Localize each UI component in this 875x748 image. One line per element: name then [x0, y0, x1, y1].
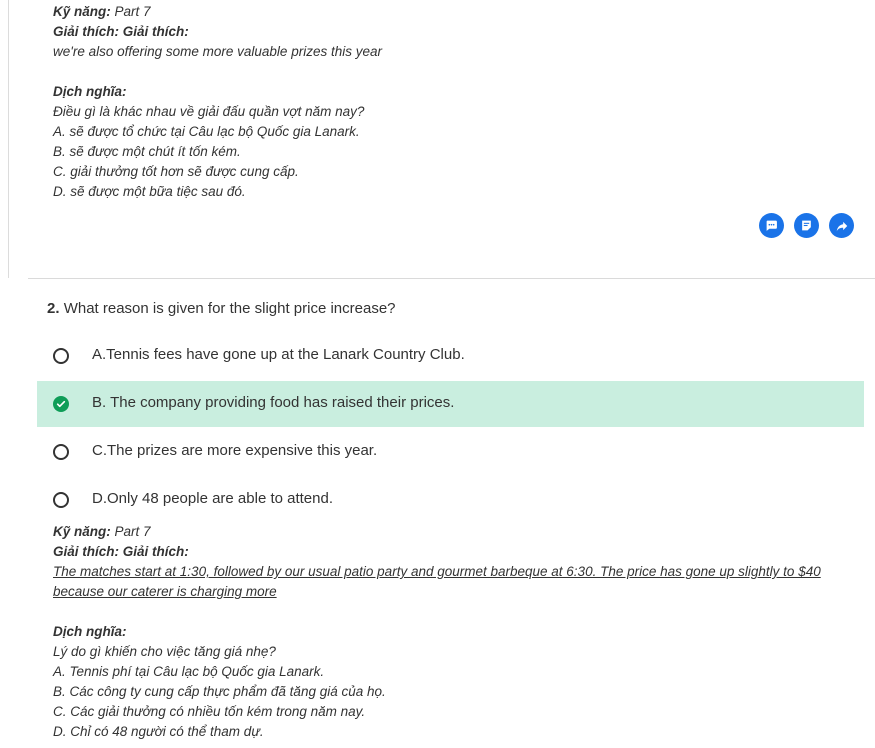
share-icon: [836, 221, 847, 231]
comment-icon: [766, 220, 777, 231]
current-explanation-block: Kỹ năng: Part 7 Giải thích: Giải thích: …: [53, 522, 853, 742]
translation-line: B. Các công ty cung cấp thực phẩm đã tăn…: [53, 684, 386, 699]
translation-line: Điều gì là khác nhau về giải đấu quần vợ…: [53, 104, 365, 119]
question-prompt: What reason is given for the slight pric…: [63, 300, 396, 317]
option-label: C.The prizes are more expensive this yea…: [92, 442, 378, 459]
explanation-label: Giải thích: Giải thích:: [53, 544, 189, 559]
translation-row: Dịch nghĩa:: [53, 82, 382, 102]
translation-line: C. giải thưởng tốt hơn sẽ được cung cấp.: [53, 164, 299, 179]
translation-line: Lý do gì khiến cho việc tăng giá nhẹ?: [53, 644, 276, 659]
translation-row: Dịch nghĩa:: [53, 622, 853, 642]
translation-line: D. sẽ được một bữa tiệc sau đó.: [53, 184, 246, 199]
previous-explanation-block: Kỹ năng: Part 7 Giải thích: Giải thích: …: [53, 2, 382, 202]
skill-row: Kỹ năng: Part 7: [53, 522, 853, 542]
question-text: 2. What reason is given for the slight p…: [47, 300, 396, 317]
action-buttons: [759, 213, 854, 238]
comment-button[interactable]: [759, 213, 784, 238]
skill-label: Kỹ năng:: [53, 4, 111, 19]
note-icon: [802, 220, 811, 231]
translation-line: C. Các giải thưởng có nhiều tốn kém tron…: [53, 704, 366, 719]
option-label: D.Only 48 people are able to attend.: [92, 490, 333, 507]
explanation-text: The matches start at 1:30, followed by o…: [53, 564, 821, 599]
explanation-text: we're also offering some more valuable p…: [53, 44, 382, 59]
question-number: 2.: [47, 300, 60, 317]
explanation-row: Giải thích: Giải thích:: [53, 542, 853, 562]
translation-line: A. sẽ được tổ chức tại Câu lạc bộ Quốc g…: [53, 124, 360, 139]
radio-button[interactable]: [53, 348, 69, 364]
note-button[interactable]: [794, 213, 819, 238]
option-label: A.Tennis fees have gone up at the Lanark…: [92, 346, 465, 363]
answer-option-b[interactable]: B. The company providing food has raised…: [37, 381, 864, 427]
share-button[interactable]: [829, 213, 854, 238]
correct-check-icon[interactable]: [53, 396, 69, 412]
section-divider: [28, 278, 875, 279]
option-label: B. The company providing food has raised…: [92, 394, 455, 411]
skill-label: Kỹ năng:: [53, 524, 111, 539]
explanation-label: Giải thích: Giải thích:: [53, 24, 189, 39]
answer-option-d[interactable]: D.Only 48 people are able to attend.: [37, 477, 864, 523]
translation-line: A. Tennis phí tại Câu lạc bộ Quốc gia La…: [53, 664, 325, 679]
answer-option-a[interactable]: A.Tennis fees have gone up at the Lanark…: [37, 333, 864, 379]
radio-button[interactable]: [53, 492, 69, 508]
translation-label: Dịch nghĩa:: [53, 84, 127, 99]
translation-label: Dịch nghĩa:: [53, 624, 127, 639]
skill-value: Part 7: [114, 4, 151, 19]
skill-value: Part 7: [114, 524, 151, 539]
skill-row: Kỹ năng: Part 7: [53, 2, 382, 22]
radio-button[interactable]: [53, 444, 69, 460]
translation-line: B. sẽ được một chút ít tốn kém.: [53, 144, 241, 159]
left-border: [8, 0, 9, 278]
answer-option-c[interactable]: C.The prizes are more expensive this yea…: [37, 429, 864, 475]
translation-line: D. Chỉ có 48 người có thể tham dự.: [53, 724, 264, 739]
explanation-row: Giải thích: Giải thích:: [53, 22, 382, 42]
